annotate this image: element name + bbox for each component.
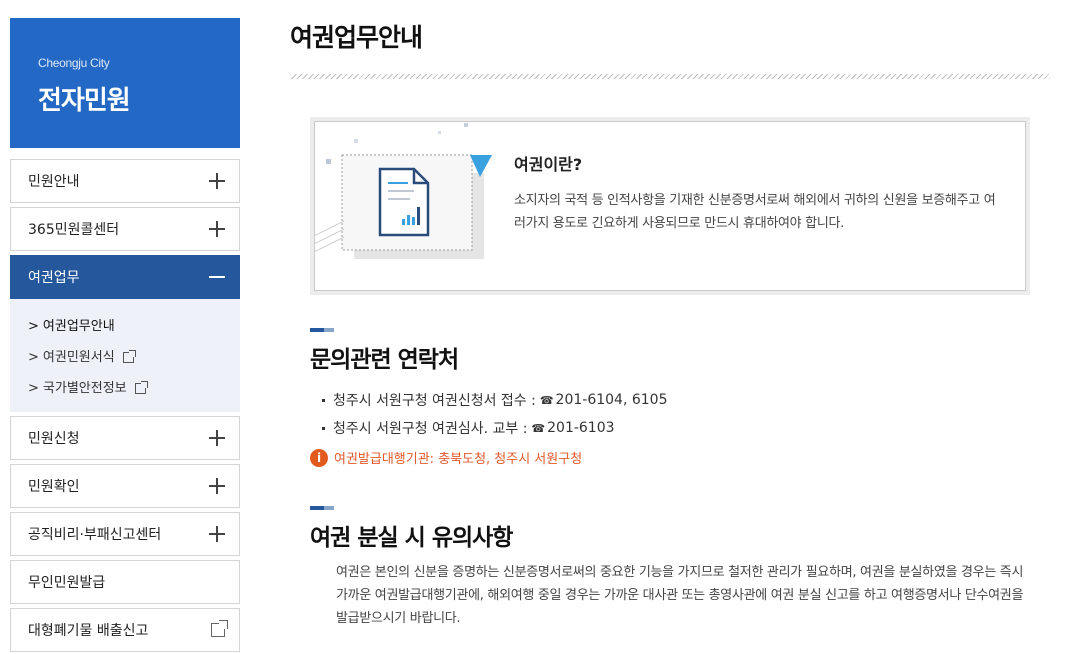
menu-item-label: 공직비리·부패신고센터	[28, 527, 162, 543]
menu-item-civil-guide[interactable]: 민원안내	[10, 159, 240, 203]
brand-banner[interactable]: Cheongju City 전자민원	[10, 18, 240, 148]
menu-item-check[interactable]: 민원확인	[10, 464, 240, 508]
arrow-right-icon: >	[28, 349, 39, 365]
contact-label: 청주시 서원구청 여권신청서 접수 :	[333, 393, 536, 409]
menu-item-label: 민원확인	[28, 479, 80, 495]
brand-english: Cheongju City	[38, 56, 110, 70]
section-marker	[310, 328, 334, 332]
menu-item-label: 여권업무	[28, 270, 80, 286]
submenu-item-label: 여권민원서식	[42, 349, 115, 365]
arrow-right-icon: >	[28, 318, 39, 334]
title-divider	[290, 74, 1050, 79]
arrow-right-icon: >	[28, 380, 39, 396]
notice-text: 여권발급대행기관: 충북도청, 청주시 서원구청	[334, 452, 583, 467]
submenu-item-passport-forms[interactable]: > 여권민원서식	[28, 342, 240, 373]
info-body: 소지자의 국적 등 인적사항을 기재한 신분증명서로써 해외에서 귀하의 신원을…	[514, 193, 996, 231]
contact-section: 문의관련 연락처	[310, 328, 459, 374]
minus-icon	[209, 276, 225, 278]
menu-item-call-center[interactable]: 365민원콜센터	[10, 207, 240, 251]
page-title: 여권업무안내	[290, 23, 423, 52]
menu-item-apply[interactable]: 민원신청	[10, 416, 240, 460]
plus-icon	[209, 430, 225, 446]
submenu-item-label: 국가별안전정보	[42, 380, 127, 396]
submenu-item-label: 여권업무안내	[42, 318, 115, 334]
menu-item-label: 무인민원발급	[28, 575, 106, 591]
external-link-icon	[134, 381, 148, 394]
passport-submenu: > 여권업무안내 > 여권민원서식 > 국가별안전정보	[10, 299, 240, 412]
phone-icon: ☎	[531, 421, 546, 435]
sidebar: Cheongju City 전자민원 민원안내 365민원콜센터 여권업무 > …	[10, 18, 240, 654]
agency-notice: i 여권발급대행기관: 충북도청, 청주시 서원구청	[310, 448, 582, 467]
sidebar-menu: 민원안내 365민원콜센터 여권업무 > 여권업무안내 > 여권민원서식 > 국…	[10, 159, 240, 652]
menu-item-passport[interactable]: 여권업무	[10, 255, 240, 299]
external-link-icon	[122, 350, 136, 363]
menu-item-label: 민원신청	[28, 431, 80, 447]
contact-list: 청주시 서원구청 여권신청서 접수 : ☎ 201-6104, 6105 청주시…	[322, 386, 667, 442]
plus-icon	[209, 221, 225, 237]
plus-icon	[209, 173, 225, 189]
contact-line: 청주시 서원구청 여권신청서 접수 : ☎ 201-6104, 6105	[322, 386, 667, 414]
lost-body: 여권은 본인의 신분을 증명하는 신분증명서로써의 중요한 기능을 가지므로 철…	[336, 565, 1024, 626]
menu-item-corruption-report[interactable]: 공직비리·부패신고센터	[10, 512, 240, 556]
phone-icon: ☎	[539, 393, 554, 407]
contact-tel: 201-6103	[547, 420, 615, 436]
contact-heading: 문의관련 연락처	[310, 347, 459, 373]
plus-icon	[209, 526, 225, 542]
brand-title: 전자민원	[38, 86, 131, 116]
info-icon: i	[310, 448, 328, 467]
contact-tel: 201-6104, 6105	[555, 392, 668, 408]
contact-label: 청주시 서원구청 여권심사. 교부 :	[333, 421, 528, 437]
contact-line: 청주시 서원구청 여권심사. 교부 : ☎ 201-6103	[322, 414, 667, 442]
plus-icon	[209, 478, 225, 494]
external-link-icon	[211, 620, 228, 637]
menu-item-label: 365민원콜센터	[28, 222, 120, 238]
menu-item-bulky-waste[interactable]: 대형폐기물 배출신고	[10, 608, 240, 652]
menu-item-unmanned-issue[interactable]: 무인민원발급	[10, 560, 240, 604]
document-chart-icon	[314, 123, 492, 259]
submenu-item-passport-guide[interactable]: > 여권업무안내	[28, 311, 240, 342]
lost-section: 여권 분실 시 유의사항	[310, 506, 513, 552]
info-title: 여권이란?	[514, 155, 583, 174]
passport-info-box: 여권이란? 소지자의 국적 등 인적사항을 기재한 신분증명서로써 해외에서 귀…	[310, 117, 1030, 295]
submenu-item-safety-info[interactable]: > 국가별안전정보	[28, 373, 240, 404]
menu-item-label: 대형폐기물 배출신고	[28, 623, 149, 639]
section-marker	[310, 506, 334, 510]
main-content: 여권업무안내 여권이란? 소지자의 국적 등 인적사항을 기재한 신분증명서로써…	[290, 0, 1050, 626]
menu-item-label: 민원안내	[28, 174, 80, 190]
lost-heading: 여권 분실 시 유의사항	[310, 525, 513, 551]
